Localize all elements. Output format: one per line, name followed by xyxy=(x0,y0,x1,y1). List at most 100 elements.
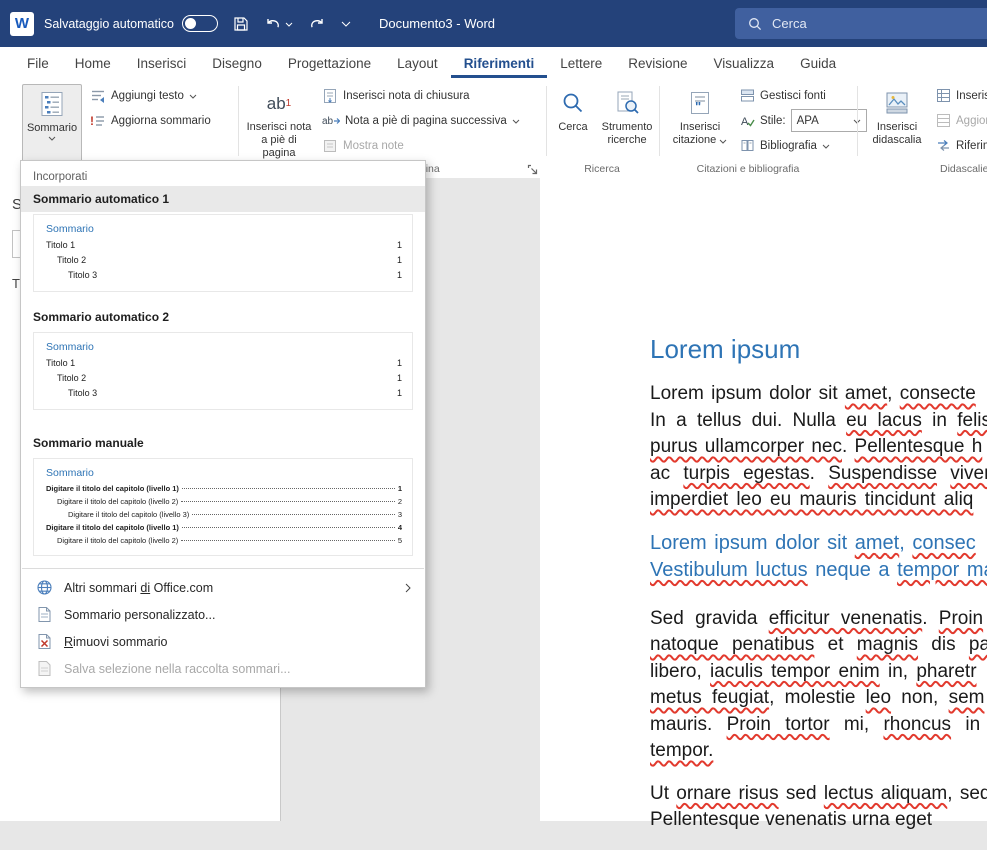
nota-chiusura-button[interactable]: Inserisci nota di chiusura xyxy=(322,84,470,107)
document-title: Documento3 - Word xyxy=(379,16,495,31)
autosave-control[interactable]: Salvataggio automatico xyxy=(44,15,218,32)
caption-icon xyxy=(884,87,910,119)
remove-toc-icon xyxy=(35,633,53,650)
footnote-dialog-launcher[interactable] xyxy=(527,162,539,174)
chevron-down-icon xyxy=(719,139,727,144)
cerca-button[interactable]: Cerca xyxy=(551,84,595,160)
citazione-label-1: Inserisci xyxy=(680,121,720,134)
footnote-icon: ab1 xyxy=(267,87,291,119)
mostra-note-label: Mostra note xyxy=(343,140,404,152)
tab-visualizza[interactable]: Visualizza xyxy=(701,47,788,78)
gestisci-fonti-label: Gestisci fonti xyxy=(760,90,826,102)
cerca-label: Cerca xyxy=(558,121,587,134)
group-label-didascalie: Didascalie xyxy=(940,163,987,175)
bibliografia-label: Bibliografia xyxy=(760,140,817,152)
customize-quick-access-button[interactable] xyxy=(341,21,351,27)
menu-item-sommario-personalizzato[interactable]: Sommario personalizzato... xyxy=(21,601,425,628)
submenu-arrow-icon xyxy=(405,583,411,593)
undo-icon xyxy=(264,16,282,32)
svg-text:": " xyxy=(695,99,701,114)
manage-sources-icon xyxy=(740,88,755,103)
svg-text:ab: ab xyxy=(322,116,334,127)
inserisci-didascalia-button[interactable]: Inserisci didascalia xyxy=(866,84,928,160)
autosave-label: Salvataggio automatico xyxy=(44,17,174,31)
group-separator xyxy=(546,86,547,156)
tab-revisione[interactable]: Revisione xyxy=(615,47,700,78)
tab-guida[interactable]: Guida xyxy=(787,47,849,78)
word-window: W Salvataggio automatico Documento3 - Wo… xyxy=(0,0,987,821)
tab-riferimenti[interactable]: Riferimenti xyxy=(451,47,548,78)
title-bar: W Salvataggio automatico Documento3 - Wo… xyxy=(0,0,987,47)
next-footnote-icon: ab xyxy=(322,114,340,128)
didascalia-label-2: didascalia xyxy=(873,134,922,147)
nota-successiva-button[interactable]: ab Nota a piè di pagina successiva xyxy=(322,109,520,132)
strumento-ricerche-button[interactable]: Strumento ricerche xyxy=(598,84,656,160)
aggiungi-testo-label: Aggiungi testo xyxy=(111,90,184,102)
table-of-figures-icon xyxy=(936,88,951,103)
menu-item-label: Sommario personalizzato... xyxy=(64,608,215,622)
search-icon xyxy=(561,87,585,119)
document-page[interactable]: Lorem ipsumLorem ipsum dolor sit amet, c… xyxy=(540,178,987,821)
undo-chevron-icon xyxy=(285,22,293,27)
redo-button[interactable] xyxy=(308,16,326,32)
group-separator xyxy=(857,86,858,156)
toc-preview-manual: SommarioDigitare il titolo del capitolo … xyxy=(33,458,413,556)
update-toc-icon: ! xyxy=(90,113,106,129)
menu-item-rimuovi-sommario[interactable]: Rimuovi sommario xyxy=(21,628,425,655)
group-label-ricerca: Ricerca xyxy=(584,163,620,175)
chevron-down-icon xyxy=(512,119,520,124)
autosave-toggle[interactable] xyxy=(182,15,218,32)
tab-home[interactable]: Home xyxy=(62,47,124,78)
aggiorna-sommario-label: Aggiorna sommario xyxy=(111,115,211,127)
inserisci-nota-button[interactable]: ab1 Inserisci nota a piè di pagina xyxy=(246,84,312,160)
bibliografia-button[interactable]: Bibliografia xyxy=(740,134,830,157)
tab-file[interactable]: File xyxy=(14,47,62,78)
custom-toc-icon xyxy=(35,606,53,623)
menu-item-salva-selezione[interactable]: Salva selezione nella raccolta sommari..… xyxy=(21,655,425,682)
tab-lettere[interactable]: Lettere xyxy=(547,47,615,78)
toc-gallery-item-manual[interactable]: Sommario manuale SommarioDigitare il tit… xyxy=(21,430,425,556)
tab-disegno[interactable]: Disegno xyxy=(199,47,275,78)
stile-control: A Stile: APA xyxy=(740,109,867,132)
menu-separator xyxy=(22,568,424,569)
didascalia-label-1: Inserisci xyxy=(877,121,917,134)
sommario-button[interactable]: Sommario xyxy=(22,84,82,162)
tab-progettazione[interactable]: Progettazione xyxy=(275,47,384,78)
inserisci-nota-label-1: Inserisci nota xyxy=(247,121,312,134)
strumento-label-2: ricerche xyxy=(607,134,646,147)
save-button[interactable] xyxy=(233,16,249,32)
inserisci-nota-label-2: a piè di pagina xyxy=(246,134,312,160)
search-box[interactable]: Cerca xyxy=(735,8,987,39)
aggiungi-testo-button[interactable]: Aggiungi testo xyxy=(90,84,197,107)
inserisci-citazione-button[interactable]: " Inserisci citazione xyxy=(668,84,732,160)
aggiorna-sommario-button[interactable]: ! Aggiorna sommario xyxy=(90,109,211,132)
search-placeholder: Cerca xyxy=(772,16,807,31)
menu-item-altri-sommari[interactable]: Altri sommari di Office.com xyxy=(21,574,425,601)
svg-text:A: A xyxy=(741,116,749,128)
ribbon-tabs: FileHomeInserisciDisegnoProgettazioneLay… xyxy=(0,47,987,78)
toc-gallery-item-auto1[interactable]: Sommario automatico 1 SommarioTitolo 11T… xyxy=(21,186,425,292)
riferimento-incrociato-button[interactable]: Riferimento incrociato xyxy=(936,134,987,157)
stile-label: Stile: xyxy=(760,115,786,127)
toc-preview-auto2: SommarioTitolo 11Titolo 21Titolo 31 xyxy=(33,332,413,410)
word-app-icon[interactable]: W xyxy=(10,12,34,36)
undo-button[interactable] xyxy=(264,16,293,32)
aggiorna-tabella-button[interactable]: Aggiorna tabella xyxy=(936,109,987,132)
toc-dropdown-menu: Incorporati Sommario automatico 1 Sommar… xyxy=(20,160,426,688)
svg-text:!: ! xyxy=(90,114,94,128)
builtin-section-header: Incorporati xyxy=(33,171,413,183)
tab-inserisci[interactable]: Inserisci xyxy=(124,47,200,78)
endnote-icon xyxy=(322,88,338,104)
tab-layout[interactable]: Layout xyxy=(384,47,451,78)
toc-preview-auto1: SommarioTitolo 11Titolo 21Titolo 31 xyxy=(33,214,413,292)
menu-item-label: Altri sommari di Office.com xyxy=(64,581,213,595)
style-icon: A xyxy=(740,113,755,128)
strumento-label-1: Strumento xyxy=(602,121,653,134)
inserisci-tabella-figure-button[interactable]: Inserisci tabella delle figure xyxy=(936,84,987,107)
mostra-note-button[interactable]: Mostra note xyxy=(322,134,404,157)
stile-select[interactable]: APA xyxy=(791,109,867,132)
stile-value: APA xyxy=(797,115,819,127)
gestisci-fonti-button[interactable]: Gestisci fonti xyxy=(740,84,826,107)
riferimento-incrociato-label: Riferimento incrociato xyxy=(956,140,987,152)
toc-gallery-item-auto2[interactable]: Sommario automatico 2 SommarioTitolo 11T… xyxy=(21,304,425,410)
